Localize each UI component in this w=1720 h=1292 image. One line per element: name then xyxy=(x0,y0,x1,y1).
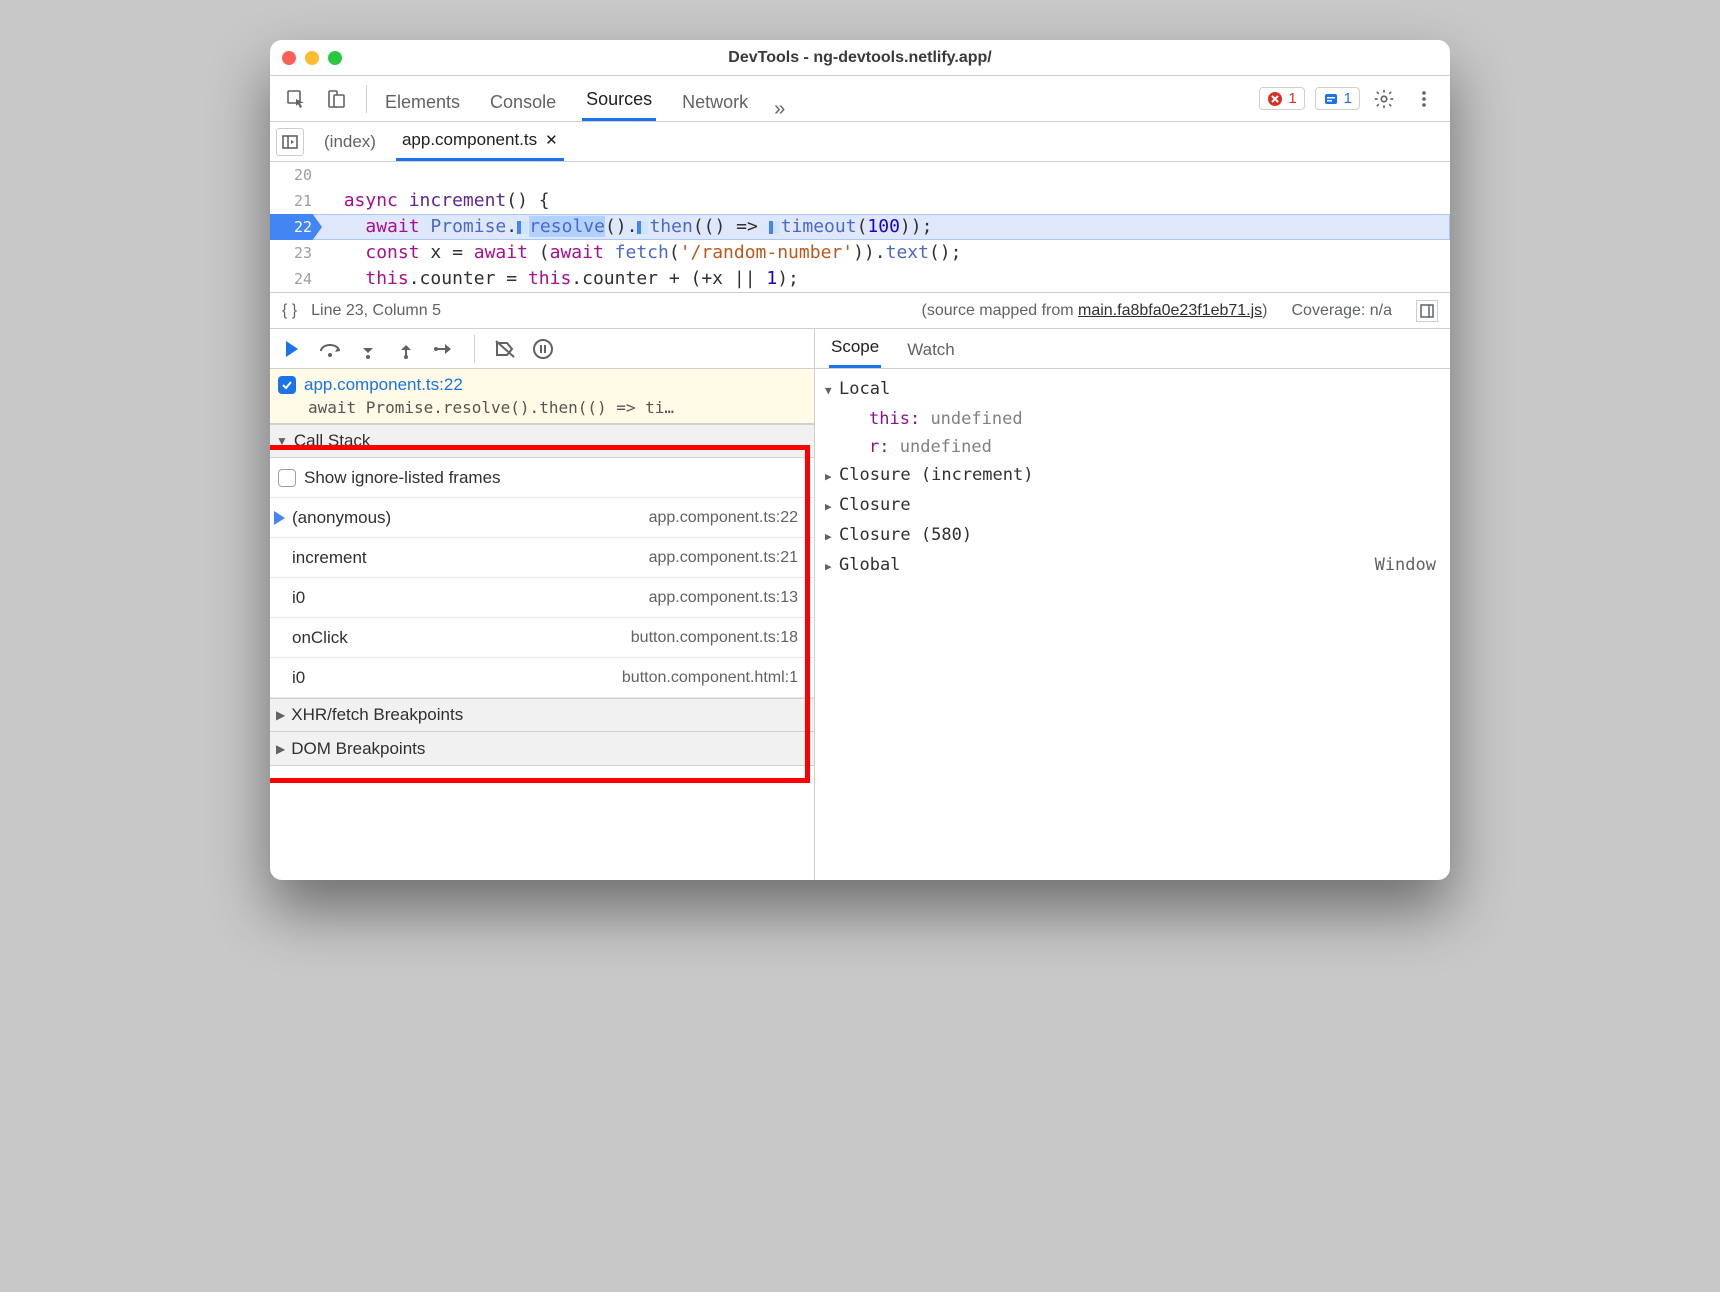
debug-controls xyxy=(270,329,814,369)
chevron-right-icon[interactable]: ▶ xyxy=(825,463,839,491)
show-ignored-frames-row[interactable]: Show ignore-listed frames xyxy=(270,458,814,498)
inspect-element-icon[interactable] xyxy=(280,83,312,115)
line-20 xyxy=(322,162,1450,188)
pause-on-exceptions-button[interactable] xyxy=(529,335,557,363)
main-toolbar: Elements Console Sources Network » 1 1 xyxy=(270,76,1450,122)
stack-frame-i0-app[interactable]: i0 app.component.ts:13 xyxy=(270,578,814,618)
step-over-button[interactable] xyxy=(316,335,344,363)
coverage-info: Coverage: n/a xyxy=(1291,302,1392,320)
stack-frame-onclick[interactable]: onClick button.component.ts:18 xyxy=(270,618,814,658)
stack-frame-increment[interactable]: increment app.component.ts:21 xyxy=(270,538,814,578)
line-23: const x = await (await fetch('/random-nu… xyxy=(322,240,1450,266)
editor-status-bar: { } Line 23, Column 5 (source mapped fro… xyxy=(270,293,1450,329)
source-tab-app-component[interactable]: app.component.ts ✕ xyxy=(396,122,564,161)
window-title: DevTools - ng-devtools.netlify.app/ xyxy=(270,49,1450,67)
chevron-right-icon: ▶ xyxy=(276,742,285,756)
global-value: Window xyxy=(1375,551,1450,581)
tab-network[interactable]: Network xyxy=(678,82,752,121)
resume-button[interactable] xyxy=(278,335,306,363)
line-24: this.counter = this.counter + (+x || 1); xyxy=(322,266,1450,292)
cursor-position: Line 23, Column 5 xyxy=(311,302,441,320)
stack-frame-anonymous[interactable]: (anonymous) app.component.ts:22 xyxy=(270,498,814,538)
source-tab-active-label: app.component.ts xyxy=(402,130,537,150)
show-ignored-label: Show ignore-listed frames xyxy=(304,468,501,488)
issues-counter[interactable]: 1 xyxy=(1315,87,1360,110)
paused-code-snippet: await Promise.resolve().then(() => ti xyxy=(308,398,664,417)
kebab-menu-icon[interactable] xyxy=(1408,83,1440,115)
tab-sources[interactable]: Sources xyxy=(582,79,656,121)
line-22: await Promise.resolve().then(() => timeo… xyxy=(322,214,1450,240)
source-map-info: (source mapped from main.fa8bfa0e23f1eb7… xyxy=(922,302,1268,320)
title-bar: DevTools - ng-devtools.netlify.app/ xyxy=(270,40,1450,76)
error-count: 1 xyxy=(1288,90,1296,107)
step-marker-icon xyxy=(637,221,648,234)
dom-breakpoints-header[interactable]: ▶ DOM Breakpoints xyxy=(270,732,814,766)
step-marker-icon xyxy=(517,221,528,234)
call-stack-title: Call Stack xyxy=(294,431,371,451)
sidebar-toggle-icon[interactable] xyxy=(1416,300,1438,322)
more-tabs-chevron-icon[interactable]: » xyxy=(774,98,785,121)
tab-watch[interactable]: Watch xyxy=(905,332,957,368)
deactivate-breakpoints-button[interactable] xyxy=(491,335,519,363)
scope-watch-tabs: Scope Watch xyxy=(815,329,1450,369)
source-tab-index-label: (index) xyxy=(324,132,376,152)
paused-message: app.component.ts:22 await Promise.resolv… xyxy=(270,369,814,424)
step-marker-icon xyxy=(769,221,780,234)
format-braces-icon[interactable]: { } xyxy=(282,302,297,320)
device-toolbar-icon[interactable] xyxy=(320,83,352,115)
chevron-right-icon[interactable]: ▶ xyxy=(825,523,839,551)
gutter-20[interactable]: 20 xyxy=(270,162,322,188)
step-out-button[interactable] xyxy=(392,335,420,363)
gutter-23[interactable]: 23 xyxy=(270,240,322,266)
paused-location-link[interactable]: app.component.ts:22 xyxy=(304,375,463,395)
source-tab-bar: (index) app.component.ts ✕ xyxy=(270,122,1450,162)
close-tab-icon[interactable]: ✕ xyxy=(545,131,558,149)
source-tab-index[interactable]: (index) xyxy=(318,124,382,160)
tab-scope[interactable]: Scope xyxy=(829,329,881,368)
step-button[interactable] xyxy=(430,335,458,363)
chevron-right-icon[interactable]: ▶ xyxy=(825,493,839,521)
issues-count: 1 xyxy=(1344,90,1352,107)
devtools-window: DevTools - ng-devtools.netlify.app/ Elem… xyxy=(270,40,1450,880)
tab-console[interactable]: Console xyxy=(486,82,560,121)
chevron-down-icon[interactable]: ▼ xyxy=(825,377,839,405)
settings-icon[interactable] xyxy=(1368,83,1400,115)
gutter-24[interactable]: 24 xyxy=(270,266,322,292)
debugger-left-pane: app.component.ts:22 await Promise.resolv… xyxy=(270,329,815,880)
gutter-22-current[interactable]: 22 xyxy=(270,214,322,240)
xhr-breakpoints-header[interactable]: ▶ XHR/fetch Breakpoints xyxy=(270,698,814,732)
scope-tree[interactable]: ▼Local this: undefined r: undefined ▶Clo… xyxy=(815,369,1450,581)
chevron-right-icon[interactable]: ▶ xyxy=(825,553,839,581)
source-map-link[interactable]: main.fa8bfa0e23f1eb71.js xyxy=(1078,302,1262,319)
chevron-right-icon: ▶ xyxy=(276,708,285,722)
code-editor[interactable]: 20 21 async increment() { 22 await Promi… xyxy=(270,162,1450,293)
step-into-button[interactable] xyxy=(354,335,382,363)
tab-elements[interactable]: Elements xyxy=(381,82,464,121)
call-stack-header[interactable]: ▼ Call Stack xyxy=(270,424,814,458)
breakpoint-checkbox-icon[interactable] xyxy=(278,376,296,394)
checkbox-unchecked-icon[interactable] xyxy=(278,469,296,487)
chevron-down-icon: ▼ xyxy=(276,434,288,448)
gutter-21[interactable]: 21 xyxy=(270,188,322,214)
error-counter[interactable]: 1 xyxy=(1259,87,1304,110)
navigator-toggle-icon[interactable] xyxy=(276,128,304,156)
stack-frame-i0-html[interactable]: i0 button.component.html:1 xyxy=(270,658,814,698)
debugger-right-pane: Scope Watch ▼Local this: undefined r: un… xyxy=(815,329,1450,880)
line-21: async increment() { xyxy=(322,188,1450,214)
